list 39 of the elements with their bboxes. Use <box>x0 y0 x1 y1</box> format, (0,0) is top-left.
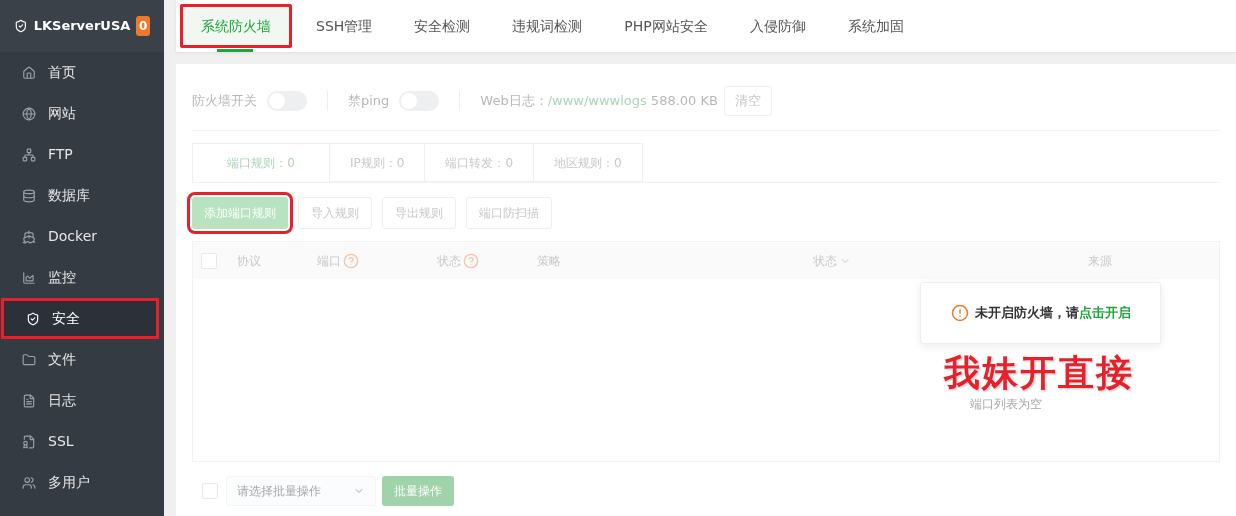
help-icon[interactable] <box>463 252 479 269</box>
shield-icon <box>26 311 40 326</box>
help-icon[interactable] <box>343 252 359 269</box>
document-icon <box>22 393 36 408</box>
tab[interactable]: 系统加固 <box>829 4 922 48</box>
certificate-icon <box>22 434 36 449</box>
warning-icon <box>950 304 969 322</box>
tab[interactable]: 入侵防御 <box>731 4 824 48</box>
sidebar-item[interactable]: 安全 <box>1 298 159 339</box>
sidebar-item[interactable]: 监控 <box>0 257 164 298</box>
folder-icon <box>22 352 36 367</box>
annotation-text: 我妹开直接 <box>944 350 1134 395</box>
globe-icon <box>22 106 36 121</box>
sidebar-item[interactable]: FTP <box>0 134 164 175</box>
toast-message: 未开启防火墙，请点击开启 <box>974 304 1131 323</box>
sidebar-item[interactable]: 首页 <box>0 52 164 93</box>
sidebar-item[interactable]: SSL <box>0 421 164 462</box>
tab[interactable]: SSH管理 <box>298 4 391 48</box>
firewall-label: 防火墙开关 <box>192 92 257 111</box>
sidebar-item[interactable]: 数据库 <box>0 175 164 216</box>
sidebar-item[interactable]: 日志 <box>0 380 164 421</box>
sidebar-item[interactable]: 多用户 <box>0 462 164 503</box>
ship-icon <box>22 229 36 244</box>
network-icon <box>22 147 36 162</box>
log-size: 588.00 KB <box>650 92 718 111</box>
tab[interactable]: 违规词检测 <box>494 4 601 48</box>
chart-icon <box>22 270 36 285</box>
tab[interactable]: PHP网站安全 <box>606 4 726 48</box>
sidebar-item[interactable]: Docker <box>0 216 164 257</box>
sidebar-item[interactable]: 网站 <box>0 93 164 134</box>
empty-message: 端口列表为空 <box>970 396 1042 413</box>
ping-label: 禁ping <box>348 92 390 111</box>
sidebar-item[interactable]: 文件 <box>0 339 164 380</box>
database-icon <box>22 188 36 203</box>
tab[interactable]: 安全检测 <box>396 4 489 48</box>
home-icon <box>22 65 36 80</box>
log-label: Web日志： <box>480 92 548 111</box>
users-icon <box>22 475 36 490</box>
brand-name: LKServerUSA <box>33 17 131 36</box>
